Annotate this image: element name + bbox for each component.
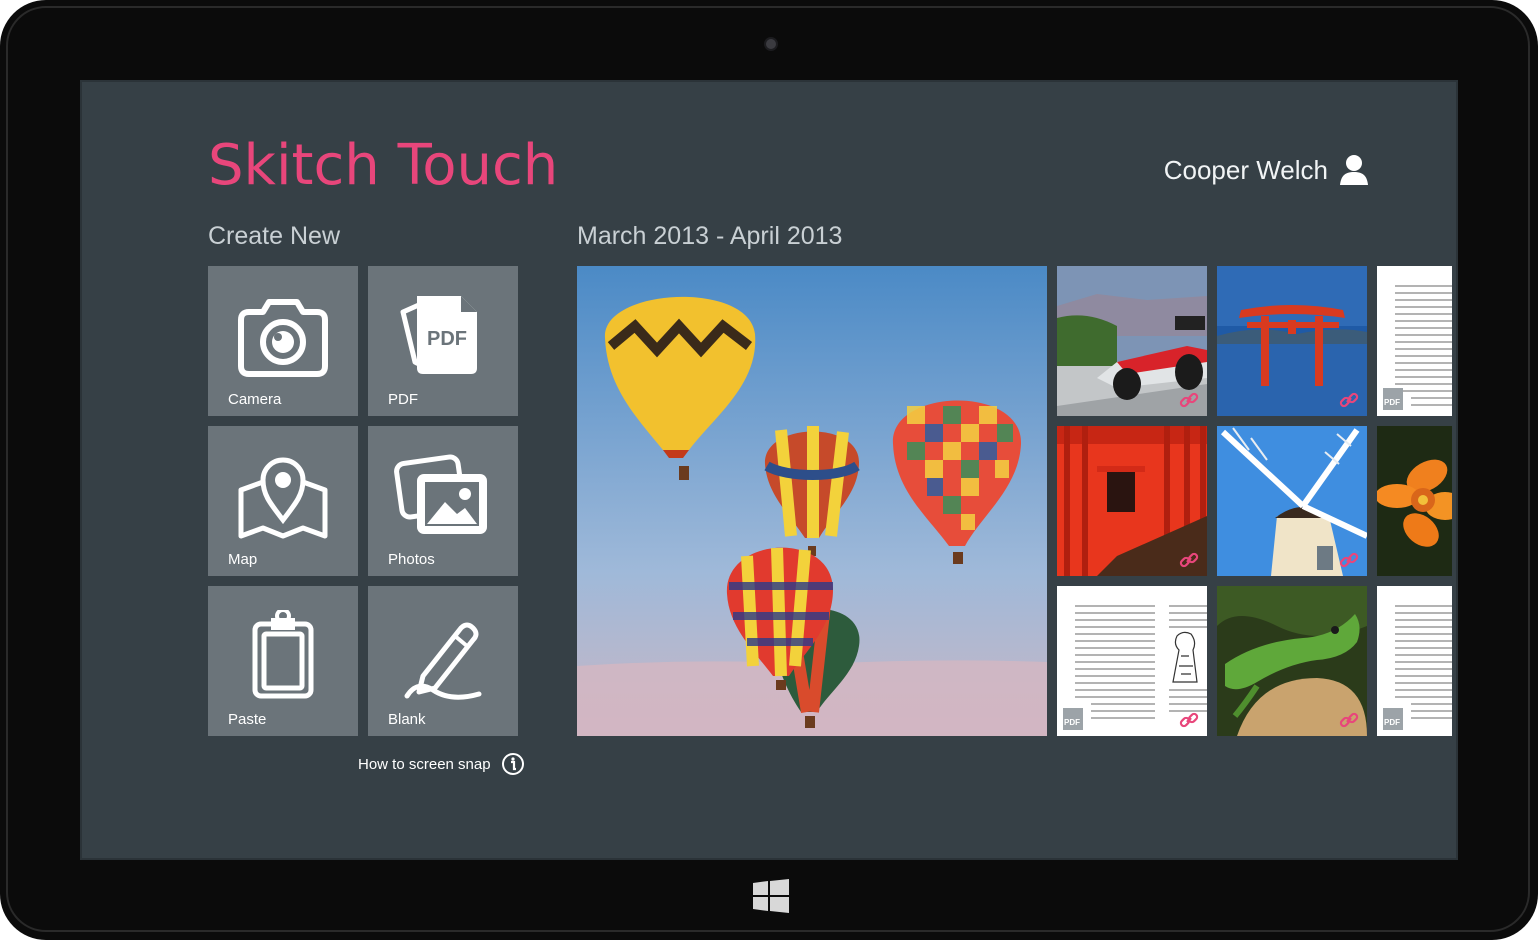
gallery-date-range: March 2013 - April 2013 — [577, 222, 843, 250]
link-icon — [1339, 392, 1359, 408]
info-icon — [501, 753, 524, 775]
windows-start-button-icon[interactable] — [753, 879, 789, 913]
paste-tile[interactable]: Paste — [208, 586, 358, 736]
gallery-item-document-illustrated[interactable]: PDF — [1057, 586, 1207, 736]
gallery-item-red-torii-tunnel[interactable] — [1057, 426, 1207, 576]
blank-tile-label: Blank — [388, 711, 426, 728]
pdf-badge: PDF — [1383, 708, 1403, 730]
paste-tile-label: Paste — [228, 711, 267, 728]
map-tile-label: Map — [228, 551, 258, 568]
svg-text:PDF: PDF — [427, 328, 467, 350]
pdf-icon: PDF — [400, 296, 477, 374]
blank-tile[interactable]: Blank — [368, 586, 518, 736]
front-camera — [764, 37, 778, 51]
map-pin-icon — [238, 457, 328, 539]
gallery-item-hot-air-balloons[interactable] — [577, 266, 1047, 736]
hot-air-balloons-image — [577, 266, 1047, 736]
user-name: Cooper Welch — [1163, 154, 1328, 185]
orange-flower-image — [1377, 426, 1452, 576]
link-icon — [1339, 552, 1359, 568]
link-icon — [1179, 392, 1199, 408]
gallery-item-torii-gate[interactable] — [1217, 266, 1367, 416]
gallery-item-document[interactable]: PDF — [1377, 266, 1452, 416]
photos-tile[interactable]: Photos — [368, 426, 518, 576]
user-icon — [1340, 155, 1368, 185]
map-tile[interactable]: Map — [208, 426, 358, 576]
tablet-device: Skitch Touch Cooper Welch Create New Mar… — [0, 0, 1538, 940]
pdf-badge: PDF — [1383, 388, 1403, 410]
clipboard-icon — [252, 610, 314, 699]
gallery-item-race-car[interactable] — [1057, 266, 1207, 416]
gallery-item-document[interactable]: PDF — [1377, 586, 1452, 736]
pdf-badge: PDF — [1063, 708, 1083, 730]
link-icon — [1179, 552, 1199, 568]
user-account[interactable]: Cooper Welch — [1164, 154, 1368, 186]
photos-icon — [394, 454, 487, 534]
app-title: Skitch Touch — [208, 133, 559, 198]
create-new-heading: Create New — [208, 222, 340, 250]
app-screen: Skitch Touch Cooper Welch Create New Mar… — [80, 80, 1458, 860]
screen-snap-help-link[interactable]: How to screen snap — [358, 752, 525, 776]
camera-icon — [238, 299, 328, 377]
gallery-item-orange-flower[interactable] — [1377, 426, 1452, 576]
gallery-item-windmill[interactable] — [1217, 426, 1367, 576]
link-icon — [1339, 712, 1359, 728]
photos-tile-label: Photos — [388, 551, 435, 568]
help-link-label: How to screen snap — [358, 755, 491, 773]
link-icon — [1179, 712, 1199, 728]
pen-icon — [404, 622, 482, 700]
gallery-item-lizard[interactable] — [1217, 586, 1367, 736]
camera-tile[interactable]: Camera — [208, 266, 358, 416]
camera-tile-label: Camera — [228, 391, 282, 408]
pdf-tile-label: PDF — [388, 391, 418, 408]
pdf-tile[interactable]: PDF PDF — [368, 266, 518, 416]
